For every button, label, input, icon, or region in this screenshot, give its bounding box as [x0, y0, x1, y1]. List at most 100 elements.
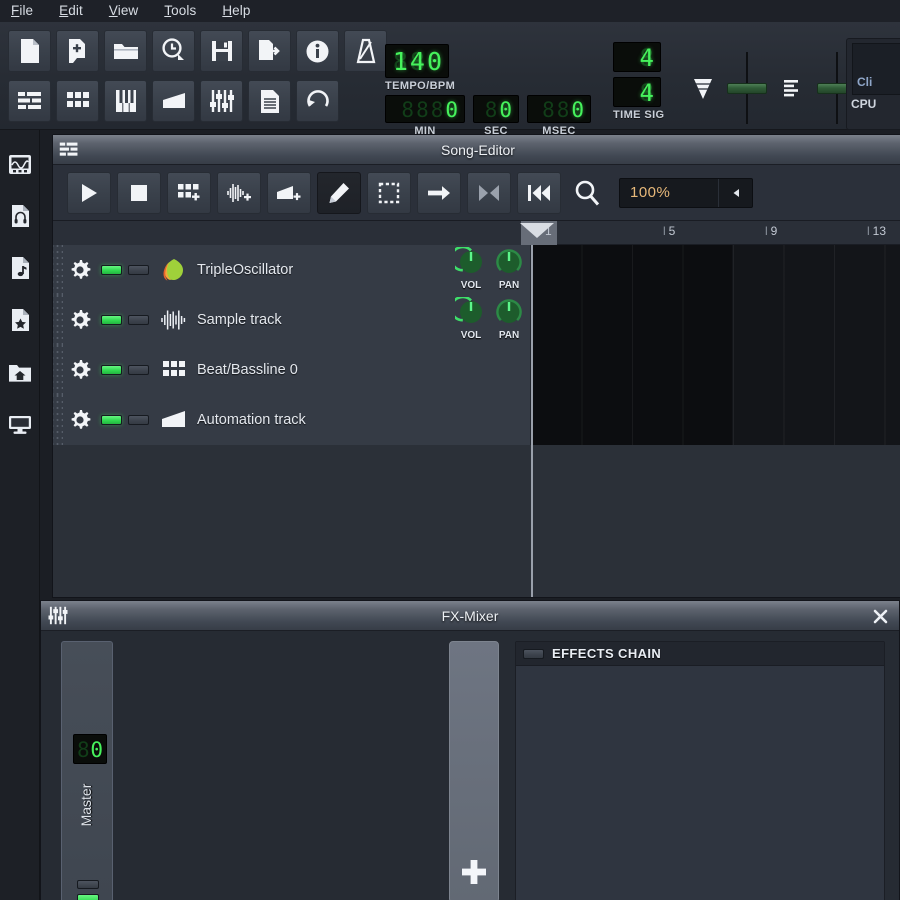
- master-volume-slider[interactable]: [694, 52, 779, 124]
- effects-chain-list[interactable]: [516, 666, 884, 900]
- automation-editor-button[interactable]: [152, 80, 195, 122]
- song-editor-title-bar[interactable]: Song-Editor: [53, 135, 900, 165]
- sidebar-item-my-computer[interactable]: [0, 398, 40, 450]
- track-drag-handle[interactable]: [53, 294, 63, 345]
- track-clip-area[interactable]: [531, 394, 900, 445]
- track-name[interactable]: TripleOscillator: [197, 262, 293, 278]
- volume-slider-handle[interactable]: [727, 83, 767, 94]
- volume-knob[interactable]: [449, 245, 487, 277]
- sidebar-item-instrument-plugins[interactable]: [0, 138, 40, 190]
- beat-bassline-editor-button[interactable]: [56, 80, 99, 122]
- export-project-button[interactable]: [248, 30, 291, 72]
- track-drag-handle[interactable]: [53, 394, 63, 445]
- add-sample-track-button[interactable]: [217, 171, 261, 214]
- tempo-lcd[interactable]: 888 140: [385, 44, 449, 78]
- volume-knob[interactable]: [449, 295, 487, 327]
- fx-mixer-button[interactable]: [200, 80, 243, 122]
- gear-icon[interactable]: [67, 307, 93, 333]
- min-lcd[interactable]: 8888 0: [385, 95, 465, 123]
- track-clip-area[interactable]: [531, 245, 900, 295]
- track-drag-handle[interactable]: [53, 344, 63, 395]
- magnifier-icon-button[interactable]: [567, 172, 607, 214]
- piano-roll-button[interactable]: [104, 80, 147, 122]
- song-editor-button[interactable]: [8, 80, 51, 122]
- track-header[interactable]: Sample track VOL PAN: [53, 294, 531, 345]
- timesig-denominator-lcd[interactable]: 8 4: [613, 77, 661, 107]
- sidebar-item-root-directory[interactable]: [0, 346, 40, 398]
- add-automation-track-button[interactable]: [267, 171, 311, 214]
- timeline-ruler[interactable]: 1 l5 l9 l 13: [53, 221, 900, 245]
- pan-knob[interactable]: [493, 247, 525, 277]
- track-name[interactable]: Sample track: [197, 312, 282, 328]
- play-button[interactable]: [67, 171, 111, 214]
- track-clip-area[interactable]: [531, 344, 900, 395]
- master-solo-led[interactable]: [77, 894, 99, 900]
- return-to-start-button[interactable]: [517, 171, 561, 214]
- gear-icon[interactable]: [67, 357, 93, 383]
- track-header[interactable]: TripleOscillator VOL PAN: [53, 245, 531, 295]
- menu-item-file[interactable]: File: [8, 0, 36, 22]
- move-mode-button[interactable]: [417, 171, 461, 214]
- sidebar-item-my-samples[interactable]: [0, 190, 40, 242]
- project-notes-panel-button[interactable]: [248, 80, 291, 122]
- arrow-right-icon: [428, 185, 450, 200]
- track-header[interactable]: Automation track: [53, 394, 531, 445]
- effects-chain-toggle-led[interactable]: [523, 648, 544, 659]
- add-beat-bassline-button[interactable]: [167, 171, 211, 214]
- sidebar-item-my-projects[interactable]: [0, 294, 40, 346]
- pan-knob[interactable]: [493, 297, 525, 327]
- add-fx-channel-button[interactable]: [449, 641, 499, 900]
- menu-item-help[interactable]: Help: [219, 0, 253, 22]
- recently-opened-button[interactable]: [152, 30, 195, 72]
- metronome-button[interactable]: [344, 30, 387, 72]
- new-from-template-button[interactable]: [56, 30, 99, 72]
- zoom-combobox[interactable]: 100%: [619, 177, 753, 208]
- ramp-icon: [162, 93, 185, 108]
- project-notes-button[interactable]: [296, 30, 339, 72]
- open-project-button[interactable]: [104, 30, 147, 72]
- loop-points-icon: [479, 184, 499, 201]
- track-drag-handle[interactable]: [53, 245, 63, 295]
- track-mute-led[interactable]: [101, 414, 122, 425]
- gear-icon[interactable]: [67, 257, 93, 283]
- chevron-down-icon[interactable]: [718, 178, 752, 207]
- track-mute-led[interactable]: [101, 364, 122, 375]
- playhead-marker[interactable]: [520, 223, 554, 238]
- loop-points-button[interactable]: [467, 171, 511, 214]
- table-row[interactable]: Automation track: [53, 394, 900, 445]
- menu-item-tools[interactable]: Tools: [161, 0, 199, 22]
- menu-item-edit[interactable]: Edit: [56, 0, 86, 22]
- stop-button[interactable]: [117, 171, 161, 214]
- track-solo-led[interactable]: [128, 364, 149, 375]
- msec-lcd[interactable]: 888 0: [527, 95, 591, 123]
- sec-lcd[interactable]: 88 0: [473, 95, 519, 123]
- table-row[interactable]: Beat/Bassline 0: [53, 344, 900, 395]
- table-row[interactable]: TripleOscillator VOL PAN: [53, 245, 900, 295]
- table-row[interactable]: Sample track VOL PAN: [53, 294, 900, 345]
- effects-chain-panel: EFFECTS CHAIN: [515, 641, 885, 900]
- mixer-channel-master[interactable]: 8 0 Master: [61, 641, 113, 900]
- track-mute-led[interactable]: [101, 314, 122, 325]
- add-wave-icon: [227, 183, 251, 202]
- track-solo-led[interactable]: [128, 414, 149, 425]
- track-mute-led[interactable]: [101, 264, 122, 275]
- menu-item-view[interactable]: View: [106, 0, 141, 22]
- track-clip-area[interactable]: [531, 294, 900, 345]
- gear-icon[interactable]: [67, 407, 93, 433]
- track-header[interactable]: Beat/Bassline 0: [53, 344, 531, 395]
- close-icon[interactable]: [869, 605, 891, 627]
- save-project-button[interactable]: [200, 30, 243, 72]
- fx-mixer-title-bar[interactable]: FX-Mixer: [41, 601, 899, 631]
- track-solo-led[interactable]: [128, 264, 149, 275]
- master-mute-led[interactable]: [77, 880, 99, 889]
- track-name[interactable]: Beat/Bassline 0: [197, 362, 298, 378]
- cpu-label: CPU: [851, 97, 877, 111]
- new-project-button[interactable]: [8, 30, 51, 72]
- controller-rack-button[interactable]: [296, 80, 339, 122]
- select-mode-button[interactable]: [367, 171, 411, 214]
- track-name[interactable]: Automation track: [197, 412, 306, 428]
- sidebar-item-my-presets[interactable]: [0, 242, 40, 294]
- timesig-numerator-lcd[interactable]: 8 4: [613, 42, 661, 72]
- track-solo-led[interactable]: [128, 314, 149, 325]
- draw-mode-button[interactable]: [317, 171, 361, 214]
